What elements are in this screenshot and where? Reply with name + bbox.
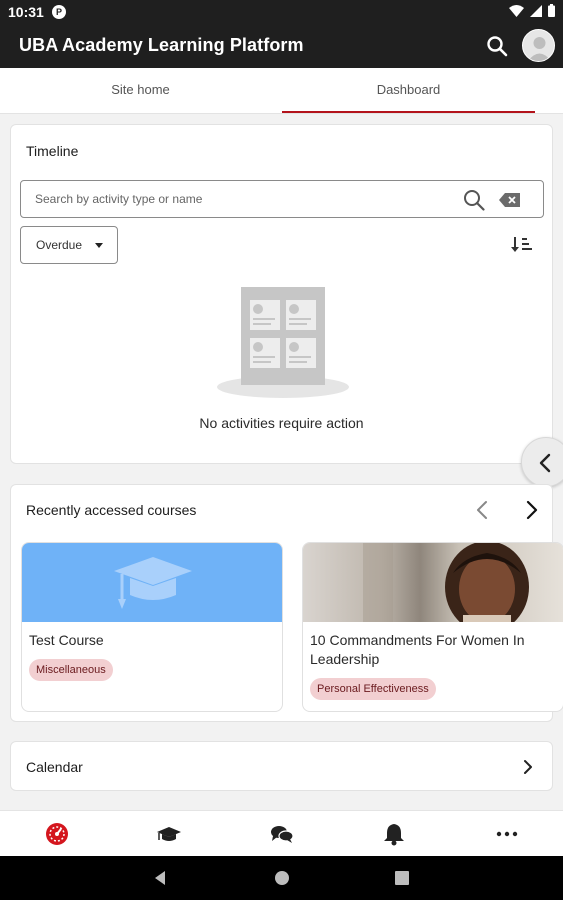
- dashboard-icon[interactable]: [44, 822, 70, 846]
- course-name: 10 Commandments For Women In Leadership: [310, 632, 525, 667]
- tab-bar: Site home Dashboard: [0, 68, 563, 114]
- course-image: [303, 543, 563, 633]
- status-icons: [509, 4, 555, 17]
- app-title: UBA Academy Learning Platform: [19, 35, 304, 55]
- recents-icon[interactable]: [394, 870, 410, 886]
- tab-site-home[interactable]: Site home: [0, 68, 281, 114]
- portrait-photo-icon: [363, 543, 529, 633]
- chevron-right-icon[interactable]: [521, 499, 541, 521]
- recent-courses-card: Recently accessed courses Test Course Mi…: [10, 484, 563, 722]
- back-icon[interactable]: [152, 870, 168, 886]
- user-icon: [528, 37, 551, 61]
- active-tab-indicator: [282, 111, 535, 113]
- status-bar: 10:31 P: [0, 0, 563, 24]
- battery-icon: [548, 4, 555, 17]
- more-icon[interactable]: [494, 822, 520, 846]
- timeline-search-input[interactable]: [35, 181, 455, 217]
- bottom-navigation: [0, 810, 563, 856]
- block-drawer-toggle[interactable]: [521, 437, 563, 487]
- home-icon[interactable]: [274, 870, 290, 886]
- course-card[interactable]: 10 Commandments For Women In Leadership …: [302, 542, 563, 712]
- calendar-title: Calendar: [26, 759, 83, 775]
- clear-input-icon[interactable]: [499, 192, 521, 208]
- graduation-cap-icon: [114, 557, 192, 609]
- app-bar: UBA Academy Learning Platform: [0, 24, 563, 68]
- system-navigation-bar: [0, 856, 563, 900]
- filter-selected-value: Overdue: [36, 238, 83, 252]
- course-category-badge: Personal Effectiveness: [310, 678, 436, 700]
- courses-icon[interactable]: [156, 822, 182, 846]
- tab-dashboard[interactable]: Dashboard: [282, 68, 535, 114]
- user-avatar[interactable]: [522, 29, 555, 62]
- timeline-filter-dropdown[interactable]: Overdue: [20, 226, 118, 264]
- sort-icon[interactable]: [511, 235, 533, 253]
- search-icon[interactable]: [486, 35, 508, 57]
- wifi-icon: [509, 4, 524, 17]
- course-image: [22, 543, 282, 622]
- course-category-badge: Miscellaneous: [29, 659, 113, 681]
- course-card[interactable]: Test Course Miscellaneous: [21, 542, 283, 712]
- empty-activities-icon: [217, 287, 349, 398]
- timeline-card: Timeline Overdue: [10, 124, 553, 464]
- search-icon[interactable]: [463, 189, 485, 211]
- chevron-left-icon[interactable]: [473, 499, 493, 521]
- status-time: 10:31: [8, 4, 44, 20]
- empty-state-message: No activities require action: [199, 415, 364, 431]
- recent-courses-title: Recently accessed courses: [26, 502, 197, 518]
- notification-app-icon: P: [52, 5, 66, 19]
- messages-icon[interactable]: [269, 822, 295, 846]
- timeline-search-box: [20, 180, 544, 218]
- notifications-icon[interactable]: [381, 822, 407, 846]
- course-name: Test Course: [29, 632, 104, 648]
- calendar-card[interactable]: Calendar: [10, 741, 553, 791]
- caret-down-icon: [95, 243, 103, 248]
- chevron-left-icon: [539, 453, 551, 473]
- chevron-right-icon: [524, 760, 532, 774]
- timeline-title: Timeline: [26, 143, 79, 159]
- signal-icon: [530, 4, 542, 17]
